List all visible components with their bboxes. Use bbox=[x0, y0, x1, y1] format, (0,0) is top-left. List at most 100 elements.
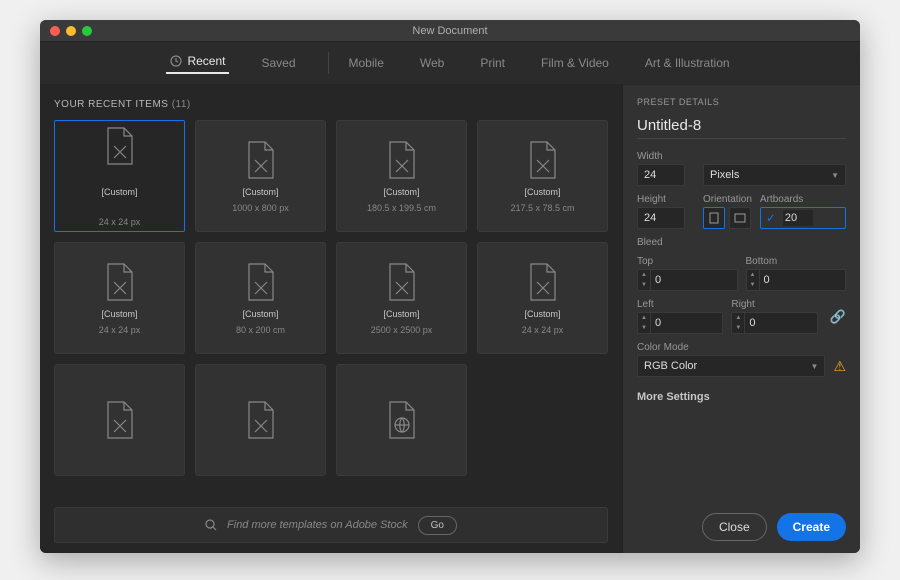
new-document-dialog: New Document Recent Saved Mobile Web Pri… bbox=[40, 20, 860, 553]
bleed-top-input[interactable]: ▲▼ bbox=[637, 269, 738, 291]
units-value: Pixels bbox=[710, 169, 739, 181]
preset-card-dimensions: 217.5 x 78.5 cm bbox=[510, 203, 574, 213]
color-mode-value: RGB Color bbox=[644, 360, 697, 372]
color-mode-label: Color Mode bbox=[637, 342, 846, 353]
height-label: Height bbox=[637, 194, 695, 205]
preset-grid: [Custom]24 x 24 px[Custom]1000 x 800 px[… bbox=[54, 120, 608, 497]
stepper-up-icon[interactable]: ▲ bbox=[747, 270, 759, 280]
chevron-down-icon: ▼ bbox=[811, 362, 819, 371]
create-button[interactable]: Create bbox=[777, 513, 846, 541]
preset-card[interactable] bbox=[336, 364, 467, 476]
preset-card[interactable]: [Custom]2500 x 2500 px bbox=[336, 242, 467, 354]
clock-icon bbox=[170, 55, 182, 67]
bleed-right-input[interactable]: ▲▼ bbox=[731, 312, 817, 334]
document-icon bbox=[103, 125, 137, 167]
minimize-window-icon[interactable] bbox=[66, 26, 76, 36]
category-tabs: Recent Saved Mobile Web Print Film & Vid… bbox=[40, 42, 860, 85]
preset-card-name: [Custom] bbox=[383, 309, 419, 319]
document-icon bbox=[385, 261, 419, 303]
stepper-down-icon[interactable]: ▼ bbox=[747, 280, 759, 290]
section-count: (11) bbox=[172, 99, 191, 110]
orientation-portrait-button[interactable] bbox=[703, 207, 725, 229]
stepper-down-icon[interactable]: ▼ bbox=[638, 323, 650, 333]
stepper-down-icon[interactable]: ▼ bbox=[732, 323, 744, 333]
close-button[interactable]: Close bbox=[702, 513, 767, 541]
preset-card[interactable]: [Custom] 180.5 x 199.5 cm bbox=[336, 120, 467, 232]
preset-card-dimensions: 1000 x 800 px bbox=[232, 203, 289, 213]
tab-web[interactable]: Web bbox=[416, 52, 448, 74]
preset-card-name: [Custom] bbox=[101, 187, 137, 197]
width-label: Width bbox=[637, 151, 695, 162]
orientation-label: Orientation bbox=[703, 194, 752, 205]
search-icon bbox=[205, 519, 217, 531]
document-icon bbox=[244, 261, 278, 303]
titlebar: New Document bbox=[40, 20, 860, 42]
recent-items-panel: YOUR RECENT ITEMS (11) [Custom] 24 x 24 p… bbox=[40, 85, 622, 553]
artboards-label: Artboards bbox=[760, 194, 846, 205]
document-icon bbox=[526, 139, 560, 181]
section-title: YOUR RECENT ITEMS bbox=[54, 99, 168, 110]
maximize-window-icon[interactable] bbox=[82, 26, 92, 36]
bleed-bottom-label: Bottom bbox=[746, 256, 847, 267]
tab-film-video[interactable]: Film & Video bbox=[537, 52, 613, 74]
link-bleed-icon[interactable]: 🔗 bbox=[830, 309, 846, 325]
preset-details-heading: PRESET DETAILS bbox=[637, 97, 846, 107]
preset-card[interactable] bbox=[195, 364, 326, 476]
width-input[interactable] bbox=[637, 164, 685, 186]
stepper-down-icon[interactable]: ▼ bbox=[638, 280, 650, 290]
go-button[interactable]: Go bbox=[418, 516, 457, 535]
bleed-left-input[interactable]: ▲▼ bbox=[637, 312, 723, 334]
stock-placeholder[interactable]: Find more templates on Adobe Stock bbox=[227, 519, 408, 531]
preset-card-name: [Custom] bbox=[101, 309, 137, 319]
preset-card-name: [Custom] bbox=[383, 187, 419, 197]
stepper-up-icon[interactable]: ▲ bbox=[638, 313, 650, 323]
preset-card[interactable]: [Custom] 24 x 24 px bbox=[54, 120, 185, 232]
bleed-top-label: Top bbox=[637, 256, 738, 267]
document-name-input[interactable]: Untitled-8 bbox=[637, 117, 846, 139]
portrait-icon bbox=[709, 212, 719, 224]
preset-card-name: [Custom] bbox=[242, 187, 278, 197]
preset-card-dimensions: 24 x 24 px bbox=[522, 325, 564, 335]
orientation-landscape-button[interactable] bbox=[729, 207, 751, 229]
preset-card-name: [Custom] bbox=[524, 309, 560, 319]
tab-art-illustration[interactable]: Art & Illustration bbox=[641, 52, 734, 74]
tab-recent-label: Recent bbox=[187, 54, 225, 68]
tab-recent[interactable]: Recent bbox=[166, 52, 229, 74]
bleed-label: Bleed bbox=[637, 237, 846, 248]
section-heading: YOUR RECENT ITEMS (11) bbox=[54, 99, 608, 110]
preset-card-dimensions: 24 x 24 px bbox=[99, 217, 141, 227]
artboards-control[interactable]: ✓ bbox=[760, 207, 846, 229]
window-controls bbox=[40, 26, 92, 36]
landscape-icon bbox=[734, 213, 746, 223]
warning-icon: ⚠ bbox=[833, 358, 846, 375]
tab-saved[interactable]: Saved bbox=[257, 52, 299, 74]
preset-card[interactable]: [Custom]80 x 200 cm bbox=[195, 242, 326, 354]
adobe-stock-search: Find more templates on Adobe Stock Go bbox=[54, 507, 608, 543]
color-mode-select[interactable]: RGB Color ▼ bbox=[637, 355, 825, 377]
preset-card[interactable]: [Custom] 1000 x 800 px bbox=[195, 120, 326, 232]
document-icon bbox=[244, 399, 278, 441]
document-icon bbox=[244, 139, 278, 181]
preset-card-dimensions: 180.5 x 199.5 cm bbox=[367, 203, 436, 213]
more-settings-button[interactable]: More Settings bbox=[637, 391, 846, 403]
preset-card-dimensions: 80 x 200 cm bbox=[236, 325, 285, 335]
tab-print[interactable]: Print bbox=[476, 52, 509, 74]
preset-card[interactable]: [Custom] 24 x 24 px bbox=[477, 242, 608, 354]
stepper-up-icon[interactable]: ▲ bbox=[638, 270, 650, 280]
preset-card[interactable]: [Custom] 217.5 x 78.5 cm bbox=[477, 120, 608, 232]
artboards-checkbox-icon[interactable]: ✓ bbox=[763, 210, 779, 226]
preset-card-name: [Custom] bbox=[524, 187, 560, 197]
bleed-right-label: Right bbox=[731, 299, 817, 310]
preset-card-dimensions: 24 x 24 px bbox=[99, 325, 141, 335]
units-select[interactable]: Pixels ▼ bbox=[703, 164, 846, 186]
tab-mobile[interactable]: Mobile bbox=[328, 52, 388, 74]
close-window-icon[interactable] bbox=[50, 26, 60, 36]
window-title: New Document bbox=[412, 25, 487, 37]
preset-card[interactable]: [Custom] 24 x 24 px bbox=[54, 242, 185, 354]
stepper-up-icon[interactable]: ▲ bbox=[732, 313, 744, 323]
height-input[interactable] bbox=[637, 207, 685, 229]
artboards-input[interactable] bbox=[783, 210, 813, 226]
bleed-bottom-input[interactable]: ▲▼ bbox=[746, 269, 847, 291]
document-icon bbox=[103, 261, 137, 303]
preset-card[interactable] bbox=[54, 364, 185, 476]
